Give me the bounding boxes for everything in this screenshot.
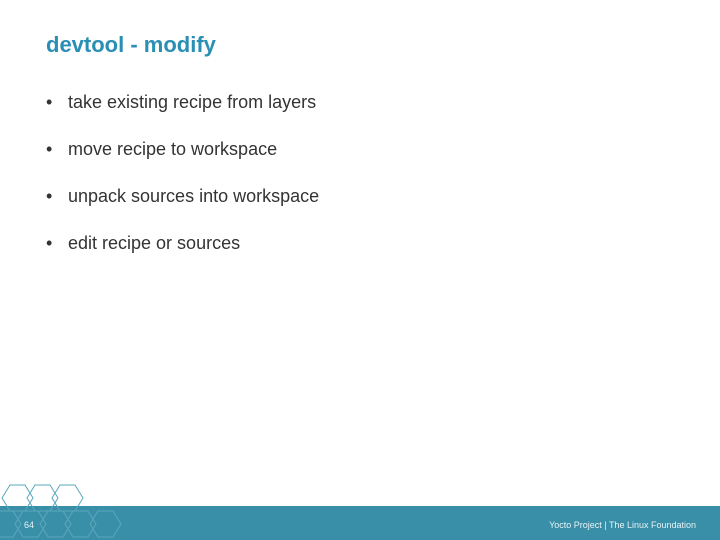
bullet-icon: • bbox=[46, 233, 68, 254]
bullet-icon: • bbox=[46, 92, 68, 113]
page-number: 64 bbox=[24, 520, 34, 530]
list-item: • take existing recipe from layers bbox=[46, 92, 674, 113]
bullet-text: take existing recipe from layers bbox=[68, 92, 316, 113]
hexagon-decoration bbox=[0, 480, 140, 540]
bullet-icon: • bbox=[46, 186, 68, 207]
list-item: • move recipe to workspace bbox=[46, 139, 674, 160]
bullet-text: edit recipe or sources bbox=[68, 233, 240, 254]
bullet-list: • take existing recipe from layers • mov… bbox=[46, 92, 674, 280]
slide: devtool - modify • take existing recipe … bbox=[0, 0, 720, 540]
bullet-icon: • bbox=[46, 139, 68, 160]
list-item: • unpack sources into workspace bbox=[46, 186, 674, 207]
slide-title: devtool - modify bbox=[46, 32, 216, 58]
list-item: • edit recipe or sources bbox=[46, 233, 674, 254]
footer-bar: 64 Yocto Project | The Linux Foundation bbox=[0, 506, 720, 540]
bullet-text: move recipe to workspace bbox=[68, 139, 277, 160]
bullet-text: unpack sources into workspace bbox=[68, 186, 319, 207]
footer-text: Yocto Project | The Linux Foundation bbox=[549, 520, 696, 530]
